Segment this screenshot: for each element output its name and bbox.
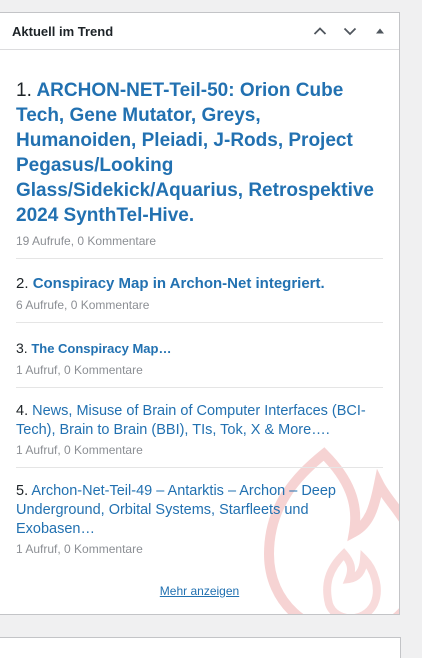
caret-up-icon: [376, 28, 384, 34]
post-meta: 1 Aufruf, 0 Kommentare: [16, 542, 143, 556]
item-number: 1.: [16, 80, 32, 101]
chevron-down-icon: [343, 27, 357, 36]
post-link[interactable]: Archon-Net-Teil-49 – Antarktis – Archon …: [16, 483, 336, 537]
comment-count: 0 Kommentare: [64, 542, 143, 556]
list-item: 1. ARCHON-NET-Teil-50: Orion Cube Tech, …: [16, 50, 383, 259]
item-number: 4.: [16, 403, 29, 419]
widget-title: Aktuell im Trend: [12, 23, 114, 39]
view-count: 1 Aufruf: [16, 443, 58, 457]
list-item: 5. Archon-Net-Teil-49 – Antarktis – Arch…: [16, 482, 383, 566]
post-meta: 1 Aufruf, 0 Kommentare: [16, 443, 143, 457]
list-item: 3. The Conspiracy Map… 1 Aufruf, 0 Komme…: [16, 337, 383, 388]
list-item: 2. Conspiracy Map in Archon-Net integrie…: [16, 273, 383, 323]
show-more-link[interactable]: Mehr anzeigen: [160, 584, 239, 598]
comment-count: 0 Kommentare: [64, 443, 143, 457]
view-count: 1 Aufruf: [16, 363, 58, 377]
post-meta: 1 Aufruf, 0 Kommentare: [16, 363, 143, 377]
comment-count: 0 Kommentare: [77, 234, 157, 248]
widget-header-actions: [307, 13, 393, 49]
post-link[interactable]: The Conspiracy Map…: [31, 341, 171, 356]
more-wrap: Mehr anzeigen: [0, 582, 399, 600]
chevron-up-icon: [313, 27, 327, 35]
item-number: 5.: [16, 483, 29, 499]
item-number: 2.: [16, 275, 29, 292]
item-number: 3.: [16, 340, 28, 356]
move-up-button[interactable]: [307, 18, 333, 44]
view-count: 1 Aufruf: [16, 542, 58, 556]
post-meta: 19 Aufrufe, 0 Kommentare: [16, 234, 157, 248]
comment-count: 0 Kommentare: [64, 363, 143, 377]
trending-widget: Aktuell im Trend 1. ARCHON-NET-Teil-50: …: [0, 12, 400, 615]
toggle-panel-button[interactable]: [367, 18, 393, 44]
view-count: 19 Aufrufe: [16, 234, 71, 248]
post-link[interactable]: Conspiracy Map in Archon-Net integriert.: [33, 275, 325, 292]
widget-header: Aktuell im Trend: [0, 13, 399, 50]
list-item: 4. News, Misuse of Brain of Computer Int…: [16, 402, 383, 468]
post-meta: 6 Aufrufe, 0 Kommentare: [16, 298, 150, 312]
move-down-button[interactable]: [337, 18, 363, 44]
next-widget-edge: [0, 637, 401, 658]
comment-count: 0 Kommentare: [70, 298, 150, 312]
view-count: 6 Aufrufe: [16, 298, 65, 312]
post-link[interactable]: ARCHON-NET-Teil-50: Orion Cube Tech, Gen…: [16, 80, 374, 226]
post-link[interactable]: News, Misuse of Brain of Computer Interf…: [16, 403, 366, 438]
trending-list: 1. ARCHON-NET-Teil-50: Orion Cube Tech, …: [0, 50, 399, 566]
